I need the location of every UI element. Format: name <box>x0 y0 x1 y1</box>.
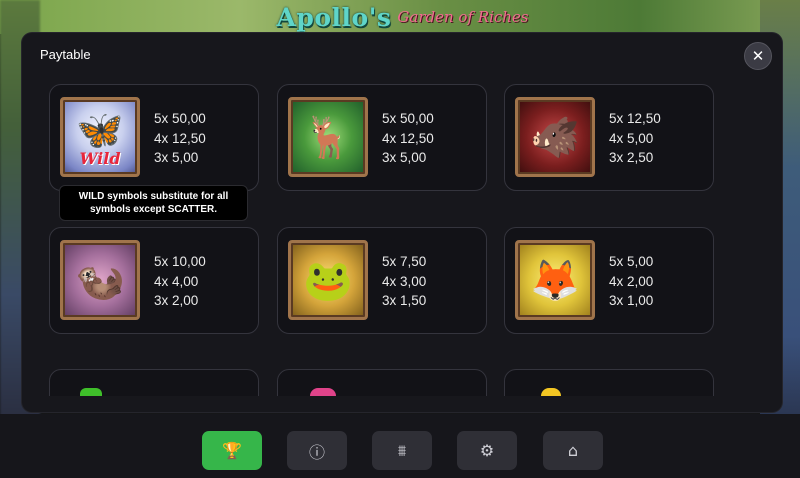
payout-list: 5x 50,00 4x 12,50 3x 5,00 <box>382 109 434 168</box>
payout-4x: 4x 12,50 <box>382 130 434 146</box>
payout-4x: 4x 4,00 <box>154 273 199 289</box>
paylines-button[interactable]: ⩩ <box>372 431 432 470</box>
payout-list: 5x 10,00 4x 4,00 3x 2,00 <box>154 252 206 311</box>
payout-4x: 4x 2,00 <box>609 273 654 289</box>
paytable-scroll-area[interactable]: 🦋 Wild 5x 50,00 4x 12,50 3x 5,00 🦌 5x 50… <box>22 83 782 396</box>
fox-icon: 🦊 <box>515 240 595 320</box>
payout-5x: 5x 50,00 <box>382 111 434 126</box>
payout-4x: 4x 5,00 <box>609 130 654 146</box>
paytable-button[interactable]: 🏆 <box>202 431 262 470</box>
symbol-card-wild: 🦋 Wild 5x 50,00 4x 12,50 3x 5,00 <box>49 84 259 191</box>
flower-icon <box>310 388 336 396</box>
wild-tooltip: WILD symbols substitute for all symbols … <box>59 185 248 221</box>
close-button[interactable]: ✕ <box>744 42 772 70</box>
payout-3x: 3x 1,00 <box>609 293 654 308</box>
symbol-card-deer: 🦌 5x 50,00 4x 12,50 3x 5,00 <box>277 84 487 191</box>
symbol-card-partial <box>49 369 259 396</box>
game-logo: Apollo's Garden of Riches <box>270 0 535 34</box>
leaf-icon <box>80 388 102 396</box>
payout-3x: 3x 1,50 <box>382 293 427 308</box>
payout-5x: 5x 10,00 <box>154 254 206 269</box>
payout-4x: 4x 3,00 <box>382 273 427 289</box>
home-button[interactable]: ⌂ <box>543 431 603 470</box>
payout-5x: 5x 5,00 <box>609 254 654 269</box>
payout-list: 5x 12,50 4x 5,00 3x 2,50 <box>609 109 661 168</box>
gear-icon: ⚙ <box>479 441 495 460</box>
game-logo-subtitle: Garden of Riches <box>397 8 529 26</box>
payout-5x: 5x 12,50 <box>609 111 661 126</box>
symbol-card-frog: 🐸 5x 7,50 4x 3,00 3x 1,50 <box>277 227 487 334</box>
symbol-card-partial <box>504 369 714 396</box>
home-icon: ⌂ <box>567 441 579 460</box>
trophy-icon: 🏆 <box>222 441 242 460</box>
paytable-modal: Paytable ✕ 🦋 Wild 5x 50,00 4x 12,50 3x 5… <box>22 33 782 412</box>
info-button[interactable]: ⓘ <box>287 431 347 470</box>
info-icon: ⓘ <box>308 442 325 462</box>
close-icon: ✕ <box>751 47 765 65</box>
game-logo-title: Apollo's <box>276 2 392 32</box>
symbol-card-partial <box>277 369 487 396</box>
payout-list: 5x 5,00 4x 2,00 3x 1,00 <box>609 252 653 311</box>
butterfly-icon: 🦋 Wild <box>60 97 140 177</box>
wild-label: Wild <box>79 149 121 168</box>
sun-icon <box>541 388 561 396</box>
frog-icon: 🐸 <box>288 240 368 320</box>
deer-icon: 🦌 <box>288 97 368 177</box>
payout-3x: 3x 2,00 <box>154 293 199 308</box>
payout-5x: 5x 50,00 <box>154 111 206 126</box>
settings-button[interactable]: ⚙ <box>457 431 517 470</box>
symbol-card-fox: 🦊 5x 5,00 4x 2,00 3x 1,00 <box>504 227 714 334</box>
otter-icon: 🦦 <box>60 240 140 320</box>
payout-3x: 3x 2,50 <box>609 150 654 165</box>
payout-5x: 5x 7,50 <box>382 254 427 269</box>
payout-4x: 4x 12,50 <box>154 130 206 146</box>
symbol-card-boar: 🐗 5x 12,50 4x 5,00 3x 2,50 <box>504 84 714 191</box>
boar-icon: 🐗 <box>515 97 595 177</box>
payout-3x: 3x 5,00 <box>154 150 199 165</box>
modal-title: Paytable <box>40 47 91 62</box>
symbol-card-otter: 🦦 5x 10,00 4x 4,00 3x 2,00 <box>49 227 259 334</box>
payout-3x: 3x 5,00 <box>382 150 427 165</box>
payout-list: 5x 50,00 4x 12,50 3x 5,00 <box>154 109 206 168</box>
payout-list: 5x 7,50 4x 3,00 3x 1,50 <box>382 252 426 311</box>
paylines-icon: ⩩ <box>397 440 407 460</box>
